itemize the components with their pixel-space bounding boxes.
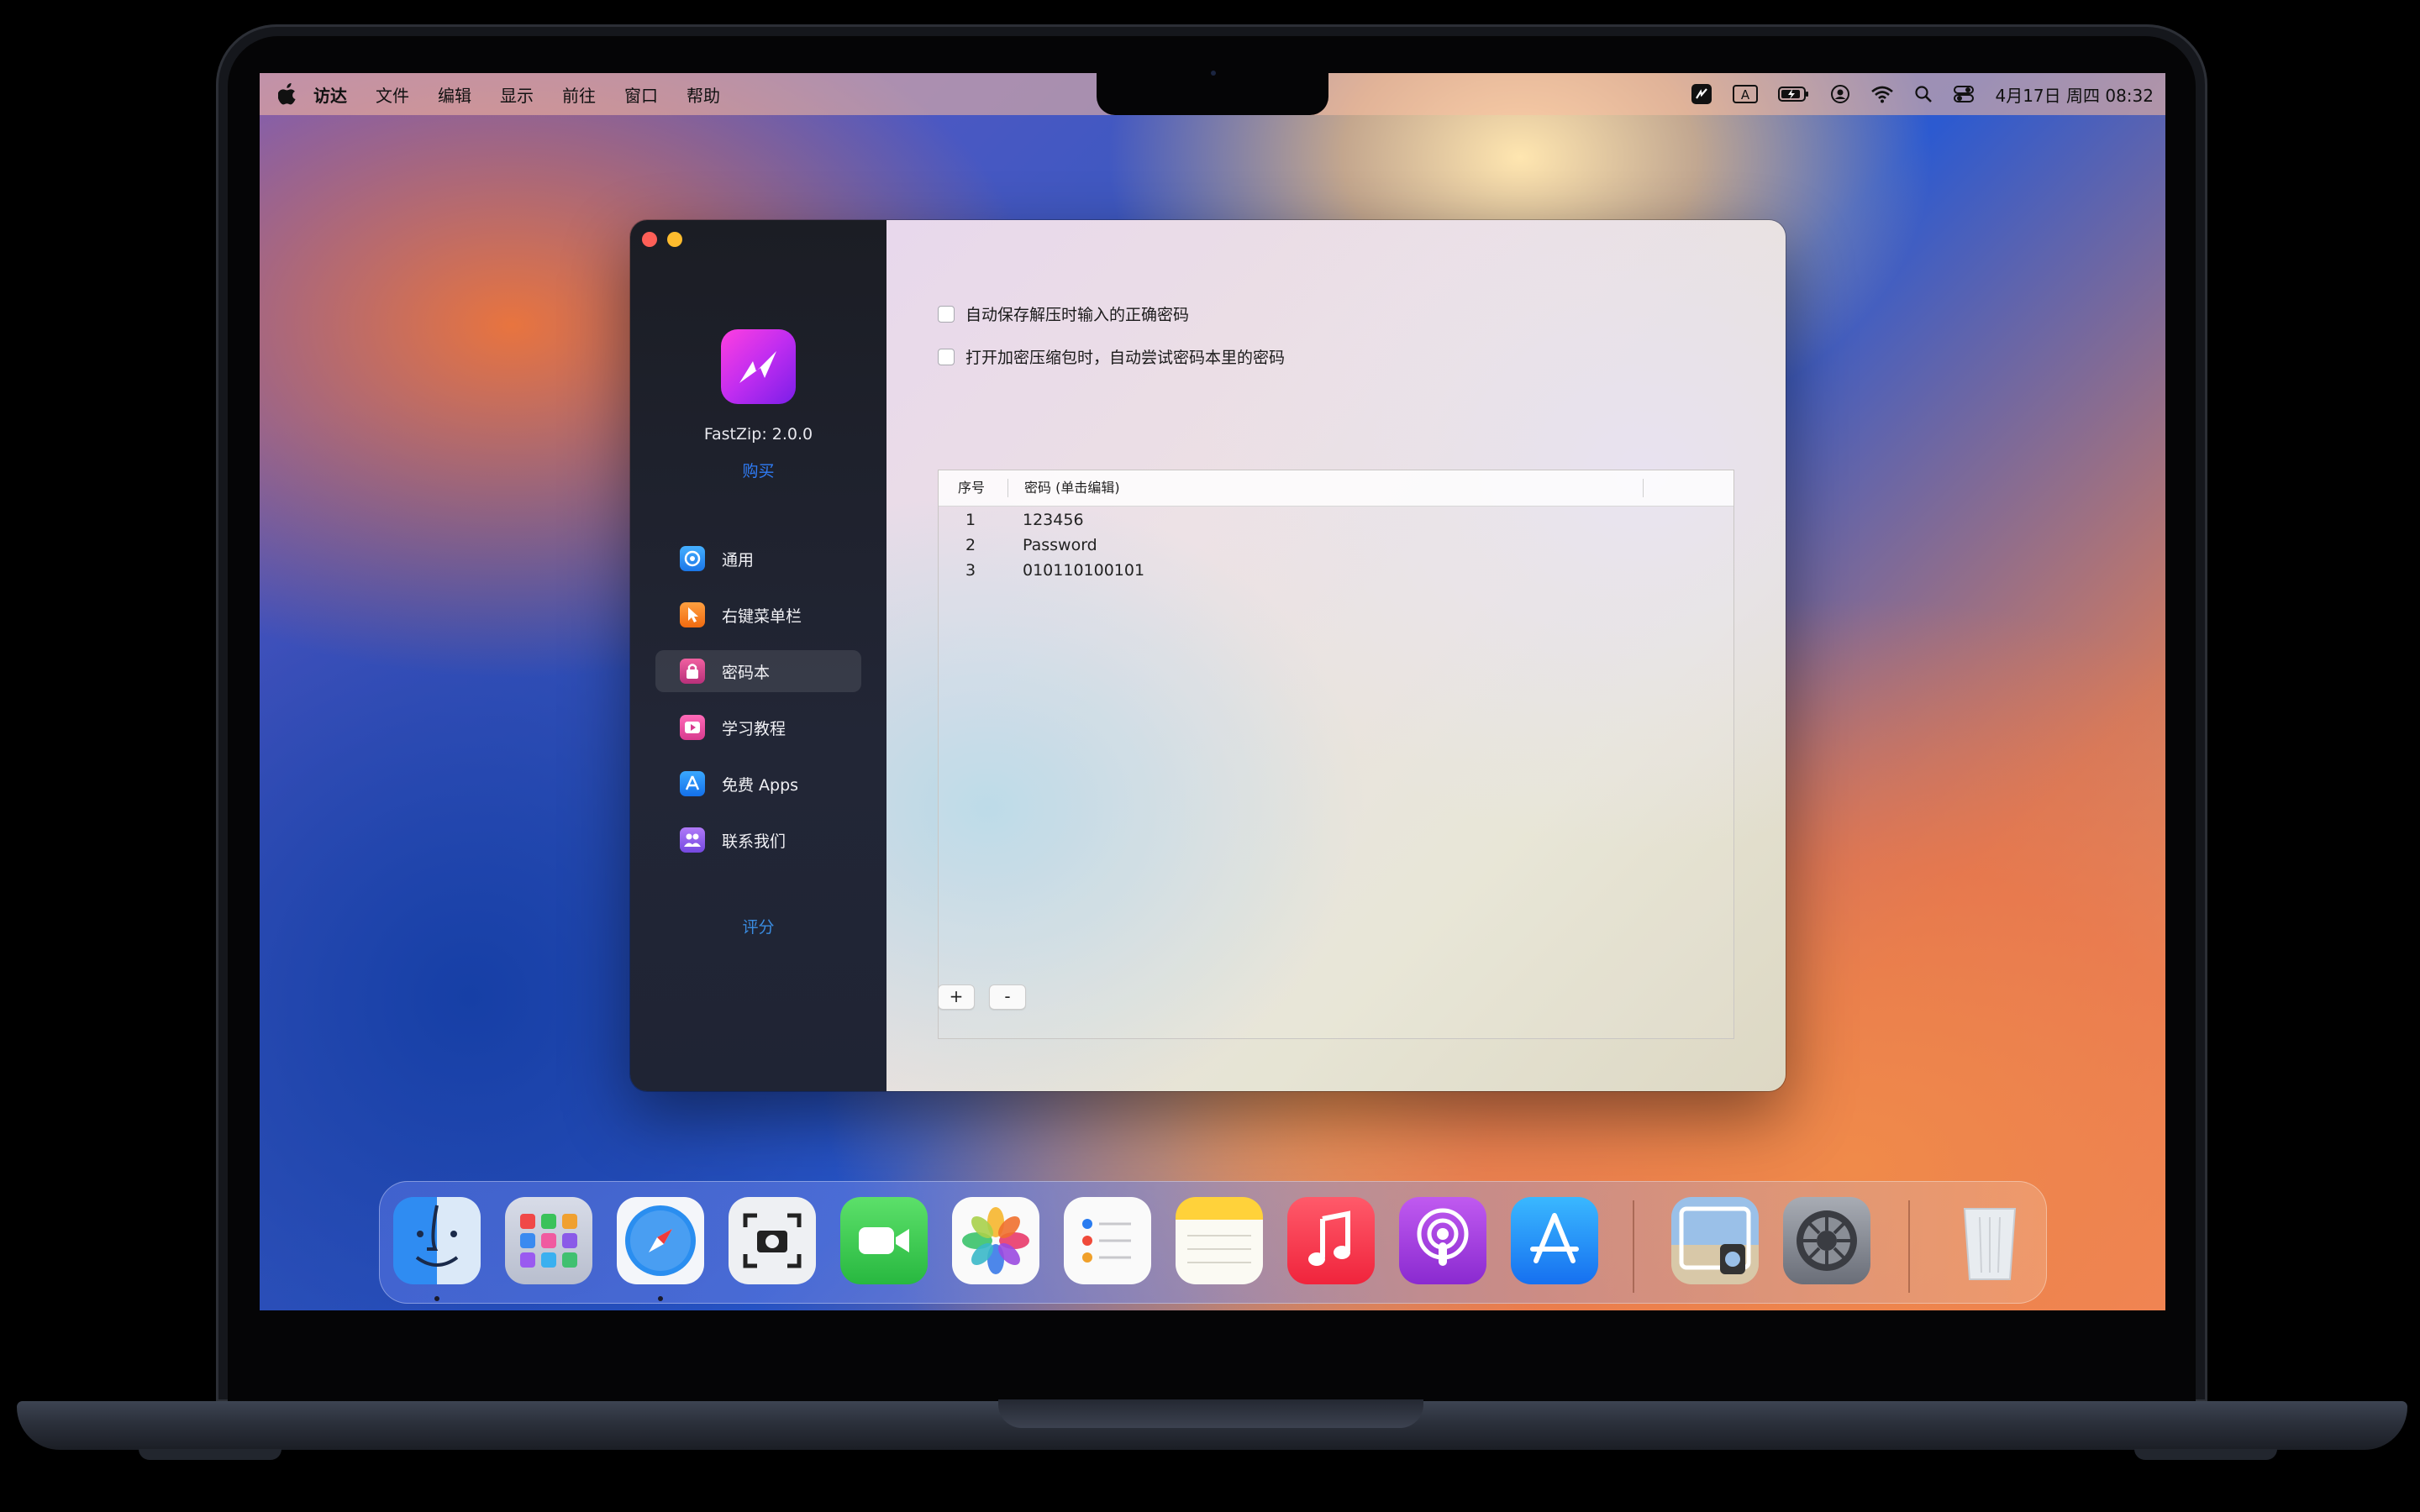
trash-icon[interactable] [1946,1197,2033,1284]
fastzip-window: FastZip: 2.0.0 购买 通用 右键菜单栏 密码本 学习教程 免费 A… [630,220,1786,1091]
music-icon[interactable] [1287,1197,1375,1284]
appstore-icon[interactable] [1511,1197,1598,1284]
sidebar-item-label: 密码本 [722,663,771,682]
menu-view[interactable]: 显示 [500,82,534,107]
apple-menu-icon[interactable] [277,83,297,105]
row-index: 1 [965,511,976,529]
running-indicator [658,1296,663,1301]
menu-finder[interactable]: 访达 [313,82,347,107]
menu-edit[interactable]: 编辑 [438,82,471,107]
finder-icon[interactable] [393,1197,481,1284]
appstore-icon [680,771,705,796]
app-name-version: FastZip: 2.0.0 [703,425,813,444]
screenshot-icon[interactable] [729,1197,816,1284]
desktop-screen: 访达 文件 编辑 显示 前往 窗口 帮助 A 4月17日 周四 08:32 Fa… [260,73,2165,1310]
spotlight-search-icon[interactable] [1914,73,1933,115]
notes-icon[interactable] [1176,1197,1263,1284]
sidebar-item-general[interactable]: 通用 [655,538,861,580]
rate-link[interactable]: 评分 [630,915,886,937]
table-header: 序号 密码 (单击编辑) [939,470,1733,507]
sidebar-item-tutorials[interactable]: 学习教程 [655,706,861,748]
play-icon [680,715,705,740]
menu-help[interactable]: 帮助 [687,82,720,107]
camera-dot [1211,71,1216,76]
option-label: 打开加密压缩包时，自动尝试密码本里的密码 [965,349,1286,367]
column-divider [1007,479,1008,497]
dock-separator [1633,1200,1634,1293]
checkbox[interactable] [938,305,955,323]
podcasts-icon[interactable] [1399,1197,1486,1284]
sidebar-item-label: 免费 Apps [722,775,799,795]
sidebar-item-password-book[interactable]: 密码本 [655,650,861,692]
system-settings-icon[interactable] [1783,1197,1870,1284]
column-header-index[interactable]: 序号 [958,470,985,506]
row-index: 3 [965,561,976,580]
sidebar-item-label: 联系我们 [722,832,786,851]
dock-separator [1908,1200,1910,1293]
sidebar-item-label: 学习教程 [722,719,786,738]
sidebar: FastZip: 2.0.0 购买 通用 右键菜单栏 密码本 学习教程 免费 A… [630,220,886,1091]
menu-bar: 访达 文件 编辑 显示 前往 窗口 帮助 A 4月17日 周四 08:32 [260,73,2165,115]
column-header-password[interactable]: 密码 (单击编辑) [1024,470,1120,506]
table-row[interactable]: 1 123456 [939,507,1733,533]
table-row[interactable]: 3 010110100101 [939,558,1733,583]
fastzip-app-icon [721,329,796,404]
menu-file[interactable]: 文件 [376,82,409,107]
control-center-icon[interactable] [1953,73,1975,115]
sidebar-item-free-apps[interactable]: 免费 Apps [655,763,861,805]
laptop-foot-right [2134,1449,2277,1460]
password-table: 序号 密码 (单击编辑) 1 123456 2 Password 3 01011… [938,470,1734,1039]
user-account-icon[interactable] [1830,73,1850,115]
battery-icon[interactable] [1778,73,1810,115]
minimize-window-button[interactable] [667,232,682,247]
photos-icon[interactable] [952,1197,1039,1284]
column-divider [1643,479,1644,497]
launchpad-icon[interactable] [505,1197,592,1284]
close-window-button[interactable] [642,232,657,247]
sidebar-item-context-menu[interactable]: 右键菜单栏 [655,594,861,636]
gear-icon [680,546,705,571]
menu-window[interactable]: 窗口 [624,82,658,107]
facetime-icon[interactable] [840,1197,928,1284]
input-method-icon[interactable]: A [1733,73,1759,115]
reminders-icon[interactable] [1064,1197,1151,1284]
auto-save-password-option[interactable]: 自动保存解压时输入的正确密码 [938,302,1189,325]
row-password[interactable]: 010110100101 [1023,558,1144,583]
safari-icon[interactable] [617,1197,704,1284]
preview-icon[interactable] [1671,1197,1759,1284]
lock-icon [680,659,705,684]
lid-opening-groove [998,1399,1423,1428]
checkbox[interactable] [938,348,955,365]
wifi-icon[interactable] [1870,73,1894,115]
camera-notch [1097,73,1328,115]
laptop-foot-left [139,1449,281,1460]
people-icon [680,827,705,853]
remove-password-button[interactable]: - [989,984,1026,1010]
fastzip-status-icon[interactable] [1691,73,1712,115]
running-indicator [434,1296,439,1301]
row-index: 2 [965,536,976,554]
row-password[interactable]: Password [1023,533,1097,558]
menu-clock[interactable]: 4月17日 周四 08:32 [1995,82,2154,107]
option-label: 自动保存解压时输入的正确密码 [965,306,1190,324]
add-password-button[interactable]: + [938,984,975,1010]
table-row[interactable]: 2 Password [939,533,1733,558]
sidebar-item-label: 右键菜单栏 [722,606,802,626]
sidebar-item-label: 通用 [722,550,755,570]
auto-try-password-option[interactable]: 打开加密压缩包时，自动尝试密码本里的密码 [938,345,1285,368]
row-password[interactable]: 123456 [1023,507,1084,533]
password-book-panel: 自动保存解压时输入的正确密码 打开加密压缩包时，自动尝试密码本里的密码 序号 密… [886,220,1786,1091]
cursor-icon [680,602,705,627]
sidebar-item-contact-us[interactable]: 联系我们 [655,819,861,861]
menu-go[interactable]: 前往 [562,82,596,107]
status-area: A 4月17日 周四 08:32 [1670,73,2154,115]
svg-text:A: A [1741,87,1750,102]
buy-link[interactable]: 购买 [630,459,886,481]
